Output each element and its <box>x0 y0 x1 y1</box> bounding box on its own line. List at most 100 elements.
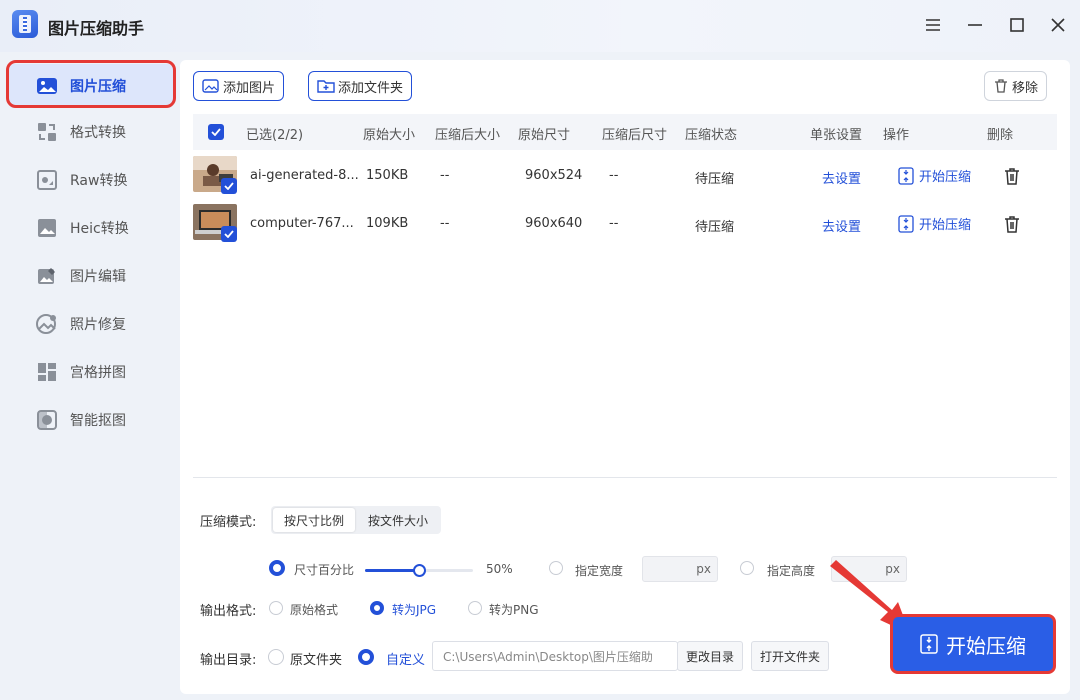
format-jpg-label: 转为JPG <box>392 603 437 617</box>
title-bar: 图片压缩助手 <box>0 0 1080 52</box>
minimize-icon[interactable] <box>964 14 986 36</box>
mode-option-by-file-size[interactable]: 按文件大小 <box>357 508 439 532</box>
orig-dim: 960x640 <box>525 216 583 231</box>
delete-row-icon[interactable] <box>1003 214 1021 238</box>
size-percent-label: 尺寸百分比 <box>294 563 355 577</box>
compress-icon <box>920 634 938 654</box>
menu-icon[interactable] <box>922 14 944 36</box>
compressed-size: -- <box>440 168 450 183</box>
sidebar-item-smart-cutout[interactable]: 智能抠图 <box>8 398 174 442</box>
main-panel: 添加图片 添加文件夹 移除 已选(2/2) 原始大小 压缩后大小 原始尺寸 压缩… <box>180 60 1070 694</box>
header-action: 操作 <box>883 128 910 143</box>
remove-button[interactable]: 移除 <box>984 71 1048 101</box>
add-folder-button[interactable]: 添加文件夹 <box>308 71 413 101</box>
start-compress-link[interactable]: 开始压缩 <box>898 166 971 185</box>
width-radio[interactable] <box>549 561 563 575</box>
dir-custom-label: 自定义 <box>386 653 426 668</box>
compress-icon <box>898 166 914 185</box>
output-path-input[interactable]: C:\Users\Admin\Desktop\图片压缩助 <box>432 641 678 671</box>
format-original-label: 原始格式 <box>290 603 339 617</box>
sidebar-item-image-compress[interactable]: 图片压缩 <box>8 64 174 108</box>
row-checkbox[interactable] <box>221 178 237 194</box>
table-row[interactable]: ai-generated-8... 150KB -- 960x524 -- 待压… <box>193 152 1057 200</box>
add-image-button[interactable]: 添加图片 <box>193 71 285 101</box>
sidebar-item-grid-collage[interactable]: 宫格拼图 <box>8 350 174 394</box>
grid-collage-icon <box>36 361 58 383</box>
maximize-icon[interactable] <box>1006 14 1028 36</box>
row-checkbox[interactable] <box>221 226 237 242</box>
smart-cutout-icon <box>36 409 58 431</box>
header-single-setting: 单张设置 <box>810 128 863 143</box>
mode-label: 压缩模式: <box>200 515 257 530</box>
go-setting-link[interactable]: 去设置 <box>822 216 861 235</box>
dir-label: 输出目录: <box>200 653 257 668</box>
raw-convert-icon <box>36 169 58 191</box>
size-percent-slider[interactable] <box>365 564 473 577</box>
table-row[interactable]: computer-767... 109KB -- 960x640 -- 待压缩 … <box>193 200 1057 248</box>
sidebar: 图片压缩 格式转换 Raw转换 Heic转换 图片编辑 照片修复 宫格拼图 智能… <box>0 52 180 700</box>
sidebar-item-raw-convert[interactable]: Raw转换 <box>8 158 174 202</box>
format-png-label: 转为PNG <box>489 603 539 617</box>
status: 待压缩 <box>695 172 735 187</box>
mode-segment: 按尺寸比例 按文件大小 <box>271 506 441 534</box>
delete-row-icon[interactable] <box>1003 166 1021 190</box>
image-compress-icon <box>36 75 58 97</box>
header-orig-size: 原始大小 <box>363 128 416 143</box>
status: 待压缩 <box>695 220 735 235</box>
orig-size: 150KB <box>366 168 409 183</box>
format-png-radio[interactable] <box>468 601 482 615</box>
add-folder-icon <box>317 80 335 93</box>
sidebar-item-photo-repair[interactable]: 照片修复 <box>8 302 174 346</box>
header-compressed-size: 压缩后大小 <box>435 128 501 143</box>
format-convert-icon <box>36 121 58 143</box>
sidebar-item-heic-convert[interactable]: Heic转换 <box>8 206 174 250</box>
orig-dim: 960x524 <box>525 168 583 183</box>
image-edit-icon <box>36 265 58 287</box>
sidebar-item-label: Heic转换 <box>70 221 129 237</box>
slider-handle[interactable] <box>413 564 426 577</box>
header-orig-dim: 原始尺寸 <box>518 128 571 143</box>
sidebar-item-label: 图片压缩 <box>70 79 126 95</box>
start-compress-label: 开始压缩 <box>919 170 972 185</box>
compressed-size: -- <box>440 216 450 231</box>
header-compressed-dim: 压缩后尺寸 <box>602 128 668 143</box>
select-all-checkbox[interactable] <box>208 124 224 140</box>
divider <box>193 477 1057 478</box>
file-name: ai-generated-8... <box>250 168 359 183</box>
sidebar-item-label: 智能抠图 <box>70 413 126 429</box>
format-original-radio[interactable] <box>269 601 283 615</box>
compressed-dim: -- <box>609 168 619 183</box>
start-compress-label: 开始压缩 <box>919 218 972 233</box>
sidebar-item-image-edit[interactable]: 图片编辑 <box>8 254 174 298</box>
sidebar-item-label: 宫格拼图 <box>70 365 126 381</box>
heic-convert-icon <box>36 217 58 239</box>
change-dir-button[interactable]: 更改目录 <box>677 641 743 671</box>
add-image-label: 添加图片 <box>223 80 276 96</box>
sidebar-item-format-convert[interactable]: 格式转换 <box>8 110 174 154</box>
width-input[interactable]: px <box>642 556 718 582</box>
dir-original-radio[interactable] <box>268 649 284 665</box>
go-setting-link[interactable]: 去设置 <box>822 168 861 187</box>
sidebar-item-label: 图片编辑 <box>70 269 126 285</box>
format-label: 输出格式: <box>200 604 257 619</box>
open-folder-button[interactable]: 打开文件夹 <box>751 641 829 671</box>
mode-option-by-size[interactable]: 按尺寸比例 <box>273 508 355 532</box>
width-label: 指定宽度 <box>575 564 624 578</box>
start-compress-link[interactable]: 开始压缩 <box>898 214 971 233</box>
height-label: 指定高度 <box>767 564 816 578</box>
close-icon[interactable] <box>1047 14 1069 36</box>
start-compress-button[interactable]: 开始压缩 <box>890 614 1056 674</box>
app-title: 图片压缩助手 <box>48 19 145 38</box>
size-percent-radio[interactable] <box>269 560 285 576</box>
dir-custom-radio[interactable] <box>358 649 374 665</box>
add-image-icon <box>202 79 219 93</box>
header-delete: 删除 <box>987 128 1014 143</box>
sidebar-item-label: 格式转换 <box>70 125 126 141</box>
dir-original-label: 原文件夹 <box>290 653 343 668</box>
height-radio[interactable] <box>740 561 754 575</box>
header-selected: 已选(2/2) <box>246 128 304 143</box>
compressed-dim: -- <box>609 216 619 231</box>
photo-repair-icon <box>36 313 58 335</box>
format-jpg-radio[interactable] <box>370 601 384 615</box>
sidebar-item-label: 照片修复 <box>70 317 126 333</box>
